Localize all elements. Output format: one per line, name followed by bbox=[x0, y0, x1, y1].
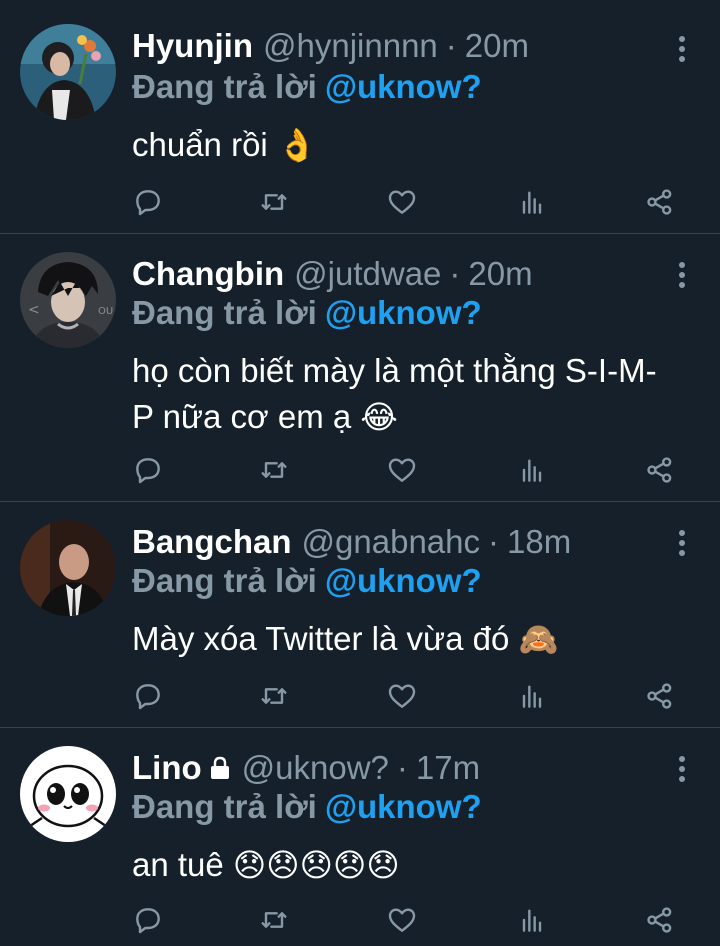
lock-icon bbox=[208, 751, 232, 789]
tweet[interactable]: < OU Changbin @jutdwae · 20m Đang trả lờ… bbox=[0, 234, 720, 502]
reply-context: Đang trả lời @uknow? bbox=[132, 294, 482, 332]
analytics-icon[interactable] bbox=[516, 186, 548, 218]
reply-context: Đang trả lời @uknow? bbox=[132, 68, 482, 106]
action-bar bbox=[132, 454, 692, 490]
more-icon[interactable] bbox=[678, 36, 686, 64]
retweet-icon[interactable] bbox=[258, 454, 290, 486]
share-icon[interactable] bbox=[644, 904, 676, 936]
reply-icon[interactable] bbox=[132, 680, 164, 712]
action-bar bbox=[132, 680, 692, 716]
reply-context: Đang trả lời @uknow? bbox=[132, 788, 482, 826]
reply-label: Đang trả lời bbox=[132, 562, 317, 599]
user-handle[interactable]: @jutdwae bbox=[294, 255, 441, 293]
svg-text:<: < bbox=[28, 302, 40, 318]
timestamp[interactable]: 20m bbox=[465, 27, 529, 65]
tweet-text: họ còn biết mày là một thằng S-I-M-P nữa… bbox=[132, 348, 677, 440]
like-icon[interactable] bbox=[386, 454, 418, 486]
retweet-icon[interactable] bbox=[258, 186, 290, 218]
tweet[interactable]: Bangchan @gnabnahc · 18m Đang trả lời @uk… bbox=[0, 502, 720, 728]
avatar[interactable] bbox=[20, 746, 116, 842]
more-icon[interactable] bbox=[678, 756, 686, 784]
emoji: 😂 bbox=[360, 398, 398, 436]
action-bar bbox=[132, 904, 692, 940]
analytics-icon[interactable] bbox=[516, 454, 548, 486]
avatar[interactable] bbox=[20, 24, 116, 120]
reply-label: Đang trả lời bbox=[132, 788, 317, 825]
tweet-text-content: an tuê bbox=[132, 846, 224, 883]
user-handle[interactable]: @gnabnahc bbox=[302, 523, 480, 561]
tweet-text: chuẩn rồi 👌 bbox=[132, 122, 692, 168]
analytics-icon[interactable] bbox=[516, 904, 548, 936]
like-icon[interactable] bbox=[386, 186, 418, 218]
avatar[interactable] bbox=[20, 520, 116, 616]
display-name[interactable]: Hyunjin bbox=[132, 27, 253, 65]
share-icon[interactable] bbox=[644, 454, 676, 486]
tweet-text-content: chuẩn rồi bbox=[132, 126, 268, 163]
timestamp[interactable]: 17m bbox=[416, 749, 480, 787]
tweet-text-content: Mày xóa Twitter là vừa đó bbox=[132, 620, 510, 657]
emoji: 😞😞😞😞😞 bbox=[232, 846, 400, 884]
more-icon[interactable] bbox=[678, 262, 686, 290]
separator: · bbox=[396, 749, 408, 786]
tweet-text: an tuê 😞😞😞😞😞 bbox=[132, 842, 692, 888]
like-icon[interactable] bbox=[386, 680, 418, 712]
user-handle[interactable]: @uknow? bbox=[242, 749, 389, 787]
reply-to-link[interactable]: @uknow? bbox=[325, 294, 482, 331]
reply-icon[interactable] bbox=[132, 454, 164, 486]
timestamp[interactable]: 18m bbox=[507, 523, 571, 561]
separator: · bbox=[449, 255, 461, 292]
reply-label: Đang trả lời bbox=[132, 68, 317, 105]
share-icon[interactable] bbox=[644, 680, 676, 712]
analytics-icon[interactable] bbox=[516, 680, 548, 712]
tweet-text: Mày xóa Twitter là vừa đó 🙈 bbox=[132, 616, 692, 662]
reply-icon[interactable] bbox=[132, 904, 164, 936]
share-icon[interactable] bbox=[644, 186, 676, 218]
avatar[interactable]: < OU bbox=[20, 252, 116, 348]
tweet[interactable]: Hyunjin @hynjinnnn · 20m Đang trả lời @uk… bbox=[0, 0, 720, 234]
reply-to-link[interactable]: @uknow? bbox=[325, 562, 482, 599]
emoji: 🙈 bbox=[518, 620, 559, 658]
svg-text:OU: OU bbox=[98, 306, 113, 317]
separator: · bbox=[445, 27, 457, 64]
display-name[interactable]: Changbin bbox=[132, 255, 284, 293]
user-handle[interactable]: @hynjinnnn bbox=[263, 27, 438, 65]
tweet[interactable]: Lino @uknow? · 17m Đang trả lời @uknow? a… bbox=[0, 728, 720, 946]
like-icon[interactable] bbox=[386, 904, 418, 936]
timestamp[interactable]: 20m bbox=[468, 255, 532, 293]
reply-label: Đang trả lời bbox=[132, 294, 317, 331]
action-bar bbox=[132, 186, 692, 222]
display-name[interactable]: Lino bbox=[132, 749, 202, 787]
reply-to-link[interactable]: @uknow? bbox=[325, 68, 482, 105]
reply-to-link[interactable]: @uknow? bbox=[325, 788, 482, 825]
emoji: 👌 bbox=[276, 126, 317, 164]
display-name[interactable]: Bangchan bbox=[132, 523, 292, 561]
retweet-icon[interactable] bbox=[258, 680, 290, 712]
reply-icon[interactable] bbox=[132, 186, 164, 218]
retweet-icon[interactable] bbox=[258, 904, 290, 936]
separator: · bbox=[488, 523, 500, 560]
more-icon[interactable] bbox=[678, 530, 686, 558]
reply-context: Đang trả lời @uknow? bbox=[132, 562, 482, 600]
